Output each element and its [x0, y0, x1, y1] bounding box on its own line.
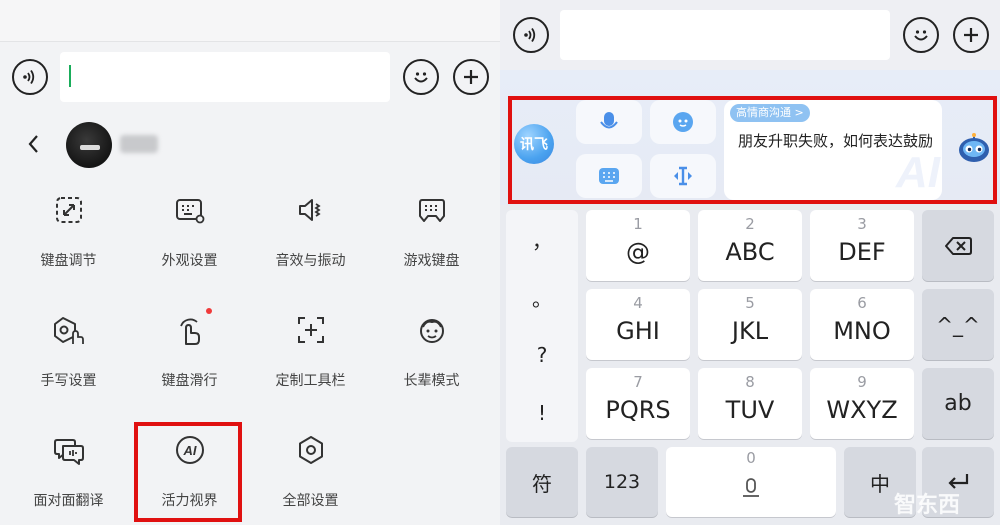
message-input[interactable] [560, 10, 890, 60]
input-bar [0, 42, 500, 112]
keyboard-resize-icon [51, 192, 87, 228]
appearance-icon [172, 192, 208, 228]
grid-item-label: 键盘调节 [40, 253, 97, 269]
t9-keyboard: ， 。 ? ! 1 @ 2 ABC 3 DEF 4 GHI 5 JKL 6 MN… [500, 205, 1000, 525]
symbol-key[interactable]: 。 [506, 268, 578, 326]
swipe-icon [172, 308, 212, 348]
grid-item-keyboard-resize[interactable]: 键盘调节 [8, 180, 129, 292]
key-6[interactable]: 6 MNO [810, 289, 914, 360]
microphone-icon [743, 478, 759, 497]
left-screenshot: 键盘调节 外观设置 音效与振动 游戏键盘 手写设置 键盘滑行 定制工具栏 长辈模… [0, 0, 500, 525]
backspace-icon [945, 236, 972, 255]
grid-item-label: 音效与振动 [275, 253, 346, 269]
grid-item-handwriting[interactable]: 手写设置 [8, 300, 129, 412]
game-keyboard-icon [414, 192, 450, 228]
grid-item-label: 长辈模式 [403, 373, 460, 389]
grid-item-appearance[interactable]: 外观设置 [129, 180, 250, 292]
custom-toolbar-icon [293, 312, 329, 348]
highlight-box-ai-panel [508, 96, 997, 204]
grid-item-label: 面对面翻译 [33, 493, 104, 509]
key-4[interactable]: 4 GHI [586, 289, 690, 360]
plus-icon [464, 70, 478, 84]
handwriting-icon [51, 312, 87, 348]
symbol-key[interactable]: ? [506, 326, 578, 384]
key-5[interactable]: 5 JKL [698, 289, 802, 360]
symbol-key[interactable]: ， [506, 210, 578, 268]
key-8[interactable]: 8 TUV [698, 368, 802, 439]
grid-item-swipe[interactable]: 键盘滑行 [129, 300, 250, 412]
grid-item-label: 全部设置 [282, 493, 339, 509]
grid-item-label: 外观设置 [161, 253, 218, 269]
elder-mode-icon [414, 312, 450, 348]
smiley-icon [914, 30, 928, 41]
voice-icon [23, 69, 35, 85]
grid-item-label: 手写设置 [40, 373, 97, 389]
smiley-icon [414, 72, 428, 83]
symbol-switch-key[interactable]: 符 [506, 447, 578, 517]
top-status-strip [0, 0, 500, 42]
grid-item-face-translate[interactable]: 面对面翻译 [8, 420, 129, 525]
grid-item-custom-toolbar[interactable]: 定制工具栏 [250, 300, 371, 412]
grid-item-label: 游戏键盘 [403, 253, 460, 269]
message-input[interactable] [60, 52, 390, 102]
sound-vibration-icon [293, 192, 329, 228]
grid-item-sound-vibration[interactable]: 音效与振动 [250, 180, 371, 292]
grid-item-all-settings[interactable]: 全部设置 [250, 420, 371, 525]
blurred-username [120, 135, 158, 153]
plus-icon [964, 28, 978, 42]
space-key[interactable]: 0 [666, 447, 836, 517]
ab-key[interactable]: ab [922, 368, 994, 439]
settings-icon [293, 432, 329, 468]
chevron-left-icon[interactable] [22, 130, 46, 158]
new-badge-dot [205, 308, 212, 314]
key-2[interactable]: 2 ABC [698, 210, 802, 281]
key-7[interactable]: 7 PQRS [586, 368, 690, 439]
watermark: 智东西 [893, 493, 960, 518]
emoji-button[interactable] [403, 59, 439, 95]
grid-item-game-keyboard[interactable]: 游戏键盘 [371, 180, 492, 292]
symbol-column: ， 。 ? ! [506, 210, 578, 442]
right-screenshot: 讯飞 AI 高情商沟通 > 朋友升职失败，如何表达鼓励 ， 。 ? ! 1 @ … [500, 0, 1000, 525]
add-button[interactable] [953, 17, 989, 53]
add-button[interactable] [453, 59, 489, 95]
grid-item-elder-mode[interactable]: 长辈模式 [371, 300, 492, 412]
emoji-button[interactable] [903, 17, 939, 53]
voice-input-button[interactable] [12, 59, 48, 95]
emoticon-key[interactable]: ^_^ [922, 289, 994, 360]
number-switch-key[interactable]: 123 [586, 447, 658, 517]
voice-input-button[interactable] [513, 17, 549, 53]
grid-item-label: 键盘滑行 [161, 373, 218, 389]
face-translate-icon [51, 432, 87, 468]
key-9[interactable]: 9 WXYZ [810, 368, 914, 439]
backspace-key[interactable] [922, 210, 994, 281]
voice-icon [524, 27, 536, 43]
input-bar [500, 0, 1000, 70]
key-3[interactable]: 3 DEF [810, 210, 914, 281]
key-1[interactable]: 1 @ [586, 210, 690, 281]
highlight-box-ai-vision [134, 422, 242, 522]
text-caret [69, 65, 71, 87]
avatar [66, 122, 112, 168]
grid-item-label: 定制工具栏 [275, 373, 346, 389]
symbol-key[interactable]: ! [506, 384, 578, 442]
